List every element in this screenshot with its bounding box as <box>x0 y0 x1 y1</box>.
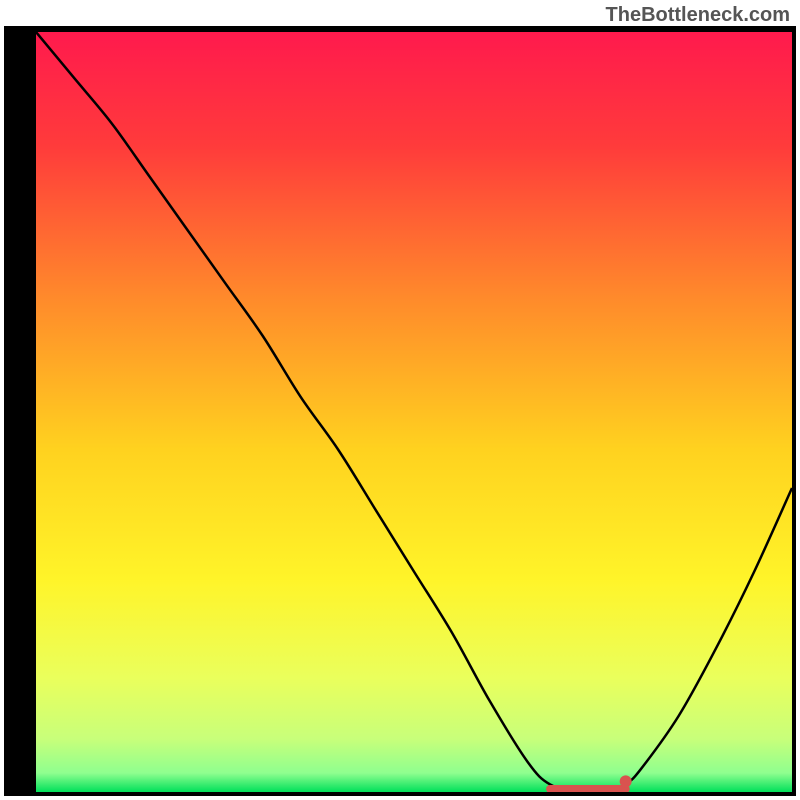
curve-layer <box>36 32 792 792</box>
bottleneck-curve <box>36 32 792 792</box>
plot-area <box>36 32 792 792</box>
optimal-marker-dot <box>620 775 632 787</box>
attribution-text: TheBottleneck.com <box>606 4 790 27</box>
chart-frame <box>4 26 796 796</box>
